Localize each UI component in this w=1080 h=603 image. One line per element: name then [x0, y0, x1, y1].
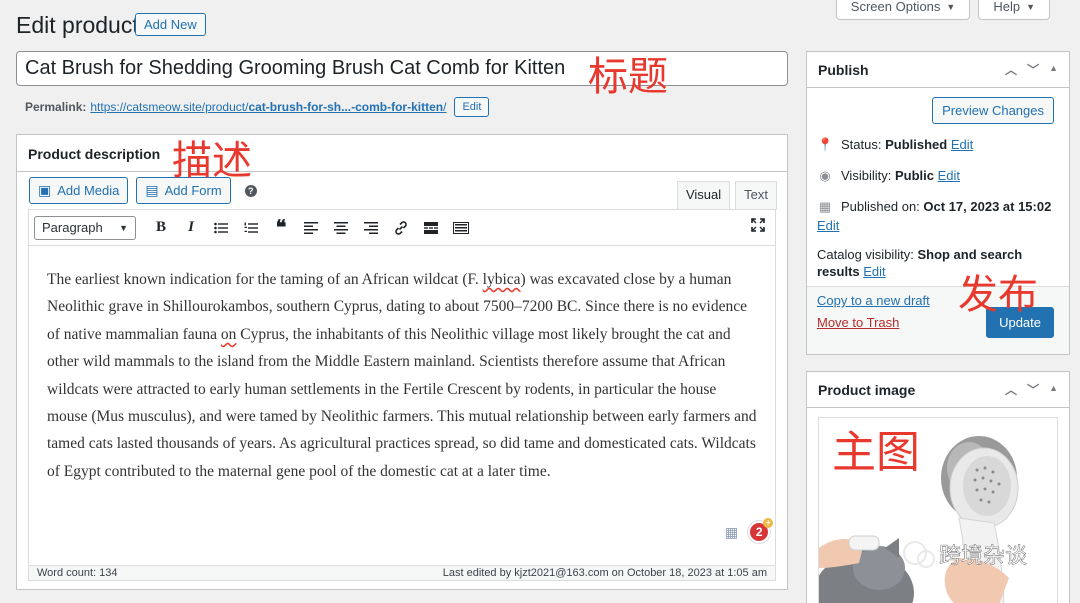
- publish-heading: Publish ︿ ﹀ ▲: [807, 52, 1069, 88]
- product-image-heading: Product image ︿ ﹀ ▲: [807, 372, 1069, 408]
- annotation-description: 描述: [172, 138, 252, 184]
- visibility-row: ◉ Visibility: Public Edit: [817, 167, 960, 184]
- calendar-icon: ▦: [818, 199, 832, 214]
- chevron-up-icon[interactable]: ︿: [1005, 381, 1017, 398]
- editor-content[interactable]: The earliest known indication for the ta…: [29, 246, 775, 485]
- chevron-up-icon[interactable]: ︿: [1005, 61, 1017, 78]
- permalink-edit-button[interactable]: Edit: [454, 97, 490, 117]
- last-edited: Last edited by kjzt2021@163.com on Octob…: [442, 567, 767, 579]
- annotation-publish: 发布: [958, 272, 1038, 318]
- align-center-icon[interactable]: [326, 214, 356, 242]
- form-icon: ▤: [145, 182, 159, 198]
- annotation-main-image: 主图: [832, 427, 920, 478]
- add-media-button[interactable]: ▣ Add Media: [29, 177, 129, 204]
- caret-down-icon: ▼: [119, 222, 128, 233]
- status-row: 📍 Status: Published Edit: [817, 137, 974, 152]
- italic-icon[interactable]: I: [176, 214, 206, 242]
- product-title-input[interactable]: [16, 51, 788, 86]
- align-right-icon[interactable]: [356, 214, 386, 242]
- move-to-trash-link[interactable]: Move to Trash: [817, 315, 899, 330]
- help-button[interactable]: Help ▼: [978, 0, 1050, 20]
- catalog-edit-link[interactable]: Edit: [863, 264, 885, 279]
- format-select[interactable]: Paragraph ▼: [34, 215, 136, 240]
- published-edit-link[interactable]: Edit: [817, 217, 839, 234]
- product-image-box: Product image ︿ ﹀ ▲ 跨境杂谈: [806, 371, 1070, 603]
- permalink: Permalink: https://catsmeow.site/product…: [25, 97, 490, 117]
- status-edit-link[interactable]: Edit: [951, 137, 973, 152]
- preview-changes-button[interactable]: Preview Changes: [932, 97, 1054, 124]
- permalink-label: Permalink:: [25, 100, 87, 114]
- published-edit-row: Edit: [817, 217, 839, 234]
- screen-meta-links: Screen Options ▼ Help ▼: [835, 0, 1050, 20]
- read-more-icon[interactable]: [416, 214, 446, 242]
- media-icon: ▣: [38, 182, 52, 198]
- watermark-text: 跨境杂谈: [939, 544, 1027, 569]
- tab-text[interactable]: Text: [735, 181, 777, 210]
- editor-status-bar: Word count: 134 Last edited by kjzt2021@…: [29, 565, 775, 580]
- bold-icon[interactable]: B: [146, 214, 176, 242]
- numbered-list-icon[interactable]: [236, 214, 266, 242]
- published-on-row: ▦ Published on: Oct 17, 2023 at 15:02: [818, 199, 1052, 214]
- editor-toolbar: Paragraph ▼ B I ❝: [29, 210, 775, 246]
- align-left-icon[interactable]: [296, 214, 326, 242]
- box-controls: ︿ ﹀ ▲: [1005, 381, 1058, 398]
- fullscreen-icon[interactable]: [751, 218, 765, 235]
- collapse-icon[interactable]: ▲: [1049, 63, 1058, 78]
- annotation-title: 标题: [588, 54, 668, 100]
- clipboard-icon[interactable]: ▦: [725, 524, 738, 541]
- collapse-icon[interactable]: ▲: [1049, 383, 1058, 398]
- eye-icon: ◉: [819, 168, 831, 183]
- blockquote-icon[interactable]: ❝: [266, 214, 296, 242]
- help-icon[interactable]: ?: [244, 184, 257, 197]
- bullet-list-icon[interactable]: [206, 214, 236, 242]
- toolbar-toggle-icon[interactable]: [446, 214, 476, 242]
- add-new-button[interactable]: Add New: [135, 13, 206, 36]
- grammar-badge[interactable]: 2 +: [748, 518, 774, 543]
- caret-down-icon: ▼: [946, 1, 956, 12]
- rich-text-editor: Paragraph ▼ B I ❝ The earliest known ind…: [28, 209, 776, 581]
- visibility-edit-link[interactable]: Edit: [938, 168, 960, 183]
- product-description-heading: Product description: [17, 135, 787, 172]
- pin-icon: 📍: [817, 137, 834, 152]
- chevron-down-icon[interactable]: ﹀: [1027, 381, 1039, 398]
- grammar-checker: ▦ 2 +: [725, 518, 774, 543]
- caret-down-icon: ▼: [1026, 1, 1035, 12]
- copy-draft-link[interactable]: Copy to a new draft: [817, 293, 930, 308]
- screen-options-button[interactable]: Screen Options ▼: [835, 0, 971, 20]
- box-controls: ︿ ﹀ ▲: [1005, 61, 1058, 78]
- page-title: Edit product: [16, 12, 139, 38]
- editor-mode-tabs: Visual Text: [676, 181, 777, 210]
- chevron-down-icon[interactable]: ﹀: [1027, 61, 1039, 78]
- word-count: Word count: 134: [37, 567, 118, 579]
- product-description-box: Product description ▣ Add Media ▤ Add Fo…: [16, 134, 788, 590]
- permalink-url[interactable]: https://catsmeow.site/product/cat-brush-…: [90, 100, 446, 114]
- tab-visual[interactable]: Visual: [676, 181, 731, 210]
- link-icon[interactable]: [386, 214, 416, 242]
